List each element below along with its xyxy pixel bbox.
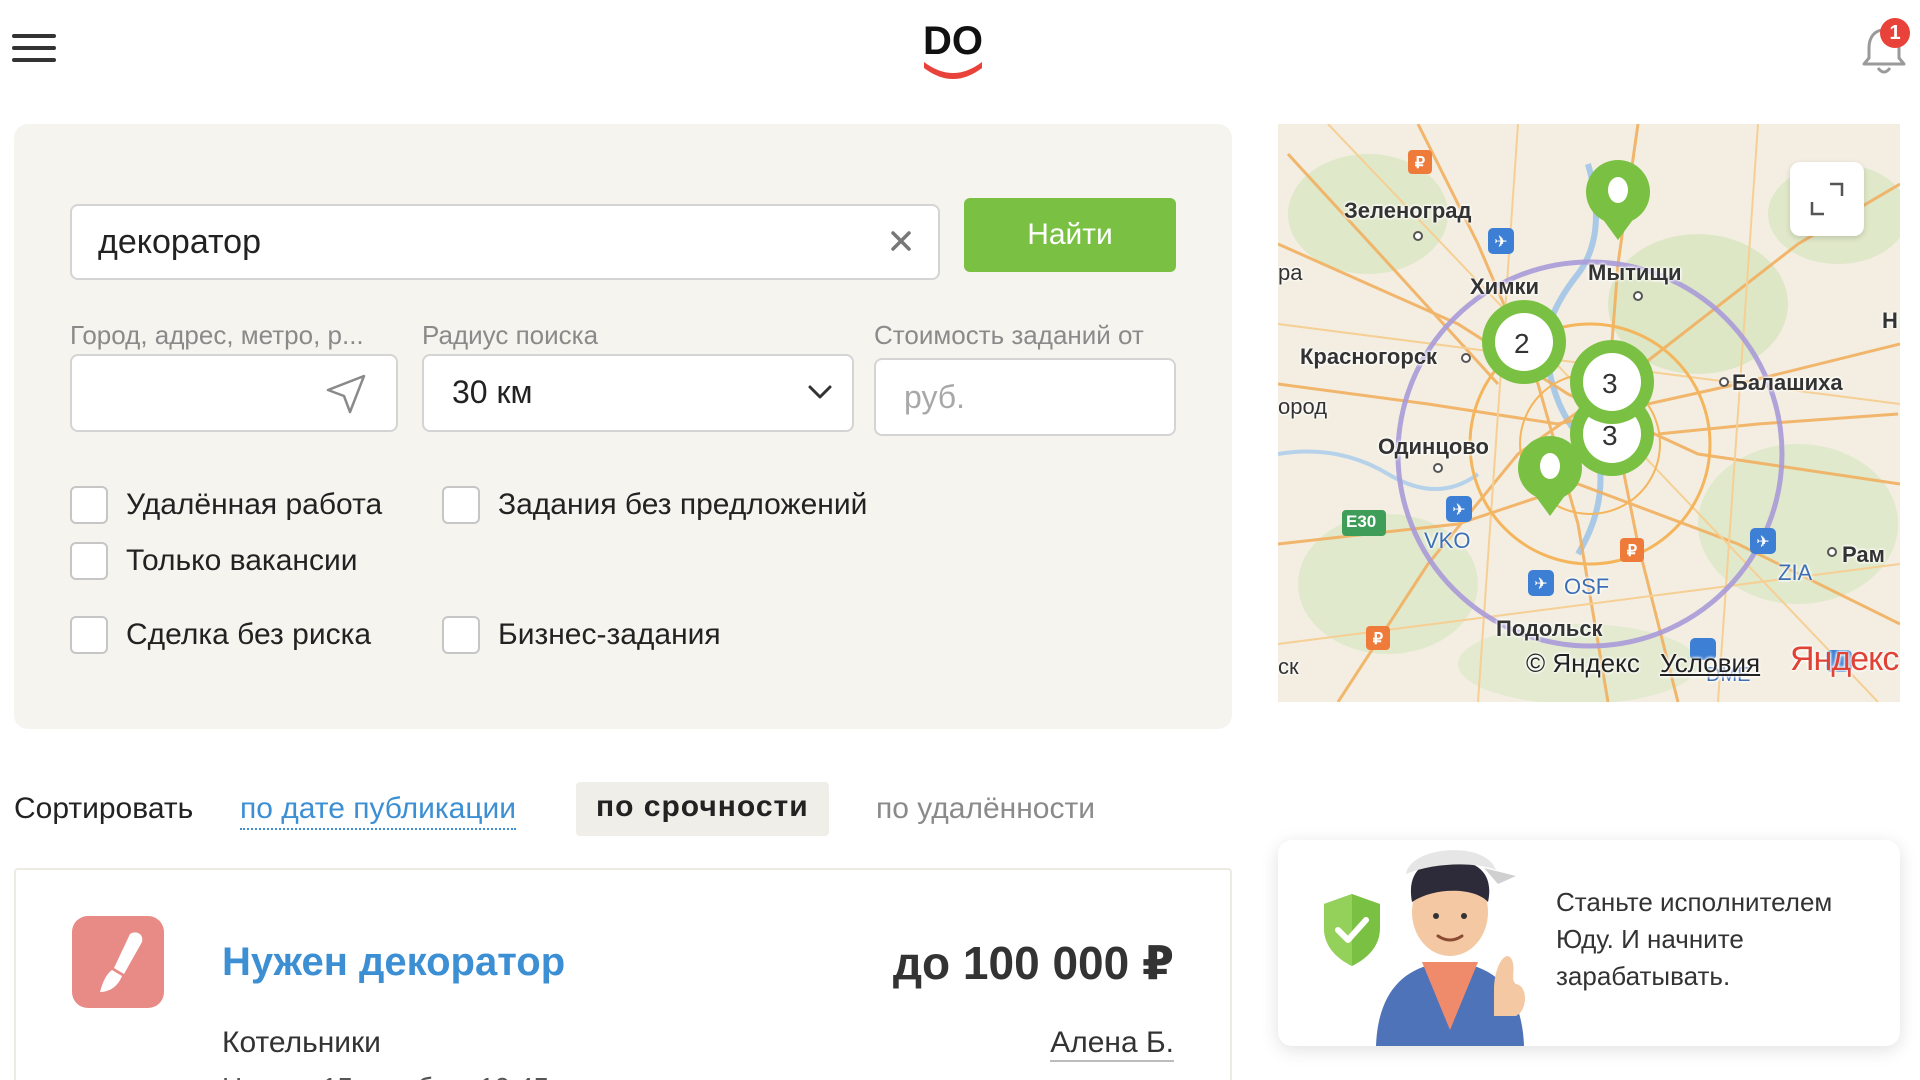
checkbox-vacancies-only[interactable]: Только вакансии — [70, 542, 357, 580]
search-panel: Найти Город, адрес, метро, р... Радиус п… — [14, 124, 1232, 729]
youdo-logo[interactable]: DO — [914, 14, 992, 84]
task-title-link[interactable]: Нужен декоратор — [222, 940, 565, 985]
map-copyright: © Яндекс — [1526, 648, 1640, 678]
price-input[interactable] — [904, 374, 1154, 420]
checkbox-label: Сделка без риска — [126, 618, 372, 651]
checkbox-box[interactable] — [70, 616, 108, 654]
location-field[interactable] — [70, 354, 398, 432]
chevron-down-icon — [808, 385, 832, 399]
hamburger-menu-icon[interactable] — [12, 34, 56, 66]
radius-label: Радиус поиска — [422, 320, 599, 350]
checkbox-box[interactable] — [442, 616, 480, 654]
clear-icon[interactable] — [886, 226, 916, 256]
sort-by-distance[interactable]: по удалённости — [876, 792, 1095, 826]
task-category-icon — [72, 916, 164, 1008]
checkbox-box[interactable] — [442, 486, 480, 524]
yandex-logo[interactable]: Яндекс — [1790, 640, 1899, 679]
checkbox-business-tasks[interactable]: Бизнес-задания — [442, 616, 721, 654]
checkbox-box[interactable] — [70, 486, 108, 524]
radius-select[interactable]: 30 км — [422, 354, 854, 432]
checkbox-safe-deal[interactable]: Сделка без риска — [70, 616, 371, 654]
checkbox-no-offers[interactable]: Задания без предложений — [442, 486, 867, 524]
cluster-count: 3 — [1602, 368, 1618, 399]
sort-by-date[interactable]: по дате публикации — [240, 792, 517, 830]
task-date: Начать 15 октября, 10:45 — [222, 1072, 549, 1080]
worker-illustration — [1376, 850, 1525, 1046]
sort-by-urgency[interactable]: по срочности — [576, 782, 829, 836]
cluster-count: 2 — [1514, 328, 1530, 359]
map-pin-icon[interactable] — [1586, 154, 1650, 240]
task-card[interactable]: Нужен декоратор до 100 000 ₽ Котельники … — [14, 868, 1232, 1080]
find-button[interactable]: Найти — [964, 198, 1176, 272]
checkbox-label: Только вакансии — [126, 544, 358, 577]
checkbox-box[interactable] — [70, 542, 108, 580]
promo-text: Станьте исполнителем Юду. И начните зара… — [1556, 887, 1833, 991]
logo-text: DO — [923, 19, 983, 63]
query-field — [70, 204, 940, 280]
location-arrow-icon[interactable] — [324, 372, 368, 416]
map-expand-button[interactable] — [1790, 162, 1864, 236]
checkbox-remote-work[interactable]: Удалённая работа — [70, 486, 382, 524]
price-field — [874, 358, 1176, 436]
checkbox-label: Удалённая работа — [126, 488, 383, 521]
become-worker-promo[interactable]: Станьте исполнителем Юду. И начните зара… — [1278, 840, 1900, 1046]
task-location: Котельники — [222, 1026, 381, 1059]
map[interactable]: ₽ ₽ ₽ ✈ ✈ ✈ ✈ Зеленоград Мытищи Химки Красн… — [1278, 124, 1900, 702]
search-input[interactable] — [98, 206, 878, 278]
checkbox-label: Бизнес-задания — [498, 618, 721, 651]
task-author-link[interactable]: Алена Б. — [1050, 1026, 1174, 1062]
brush-icon — [100, 932, 143, 992]
price-label: Стоимость заданий от — [874, 320, 1144, 350]
task-price: до 100 000 ₽ — [892, 937, 1174, 989]
checkbox-label: Задания без предложений — [498, 488, 868, 521]
location-label: Город, адрес, метро, р... — [70, 320, 364, 350]
sort-title: Сортировать — [14, 792, 194, 825]
cluster-count: 3 — [1602, 420, 1618, 451]
expand-icon — [1810, 182, 1844, 216]
map-pin-icon[interactable] — [1518, 436, 1582, 516]
location-input[interactable] — [96, 370, 316, 416]
map-terms-link[interactable]: Условия — [1660, 648, 1760, 679]
radius-value: 30 км — [452, 374, 533, 410]
notification-badge: 1 — [1880, 18, 1910, 48]
